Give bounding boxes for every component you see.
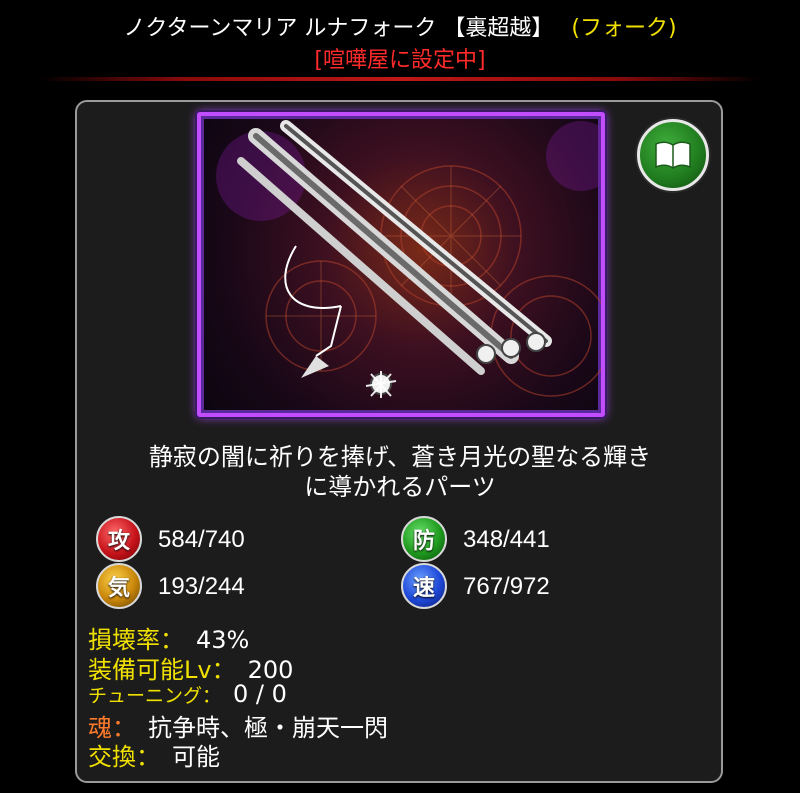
item-title-line: ノクターンマリア ルナフォーク 【裏超越】 (フォーク) bbox=[0, 10, 800, 42]
item-artwork bbox=[197, 112, 605, 417]
open-book-icon bbox=[655, 141, 691, 169]
trade-label: 交換： bbox=[88, 743, 160, 771]
defense-icon: 防 bbox=[401, 516, 447, 562]
trade-row: 交換： 可能 bbox=[88, 737, 220, 772]
attack-icon: 攻 bbox=[96, 516, 142, 562]
speed-icon: 速 bbox=[401, 563, 447, 609]
header: ノクターンマリア ルナフォーク 【裏超越】 (フォーク) [喧嘩屋に設定中] bbox=[0, 0, 800, 82]
defense-value: 348/441 bbox=[463, 526, 550, 553]
encyclopedia-button[interactable] bbox=[637, 119, 709, 191]
header-divider bbox=[40, 77, 760, 81]
tuning-value: 0 / 0 bbox=[233, 680, 287, 708]
tuning-label: チューニング： bbox=[88, 685, 222, 707]
item-name: ノクターンマリア ルナフォーク 【裏超越】 bbox=[123, 16, 554, 41]
tuning-row: チューニング： 0 / 0 bbox=[88, 680, 287, 708]
spirit-icon: 気 bbox=[96, 563, 142, 609]
trade-value: 可能 bbox=[172, 743, 220, 771]
item-type: (フォーク) bbox=[571, 16, 677, 41]
attack-value: 584/740 bbox=[158, 526, 245, 553]
spirit-value: 193/244 bbox=[158, 573, 245, 600]
item-description-line2: に導かれるパーツ bbox=[304, 473, 496, 501]
speed-value: 767/972 bbox=[463, 573, 550, 600]
crossbow-weapon-art bbox=[216, 120, 601, 398]
equip-status: [喧嘩屋に設定中] bbox=[314, 48, 486, 73]
